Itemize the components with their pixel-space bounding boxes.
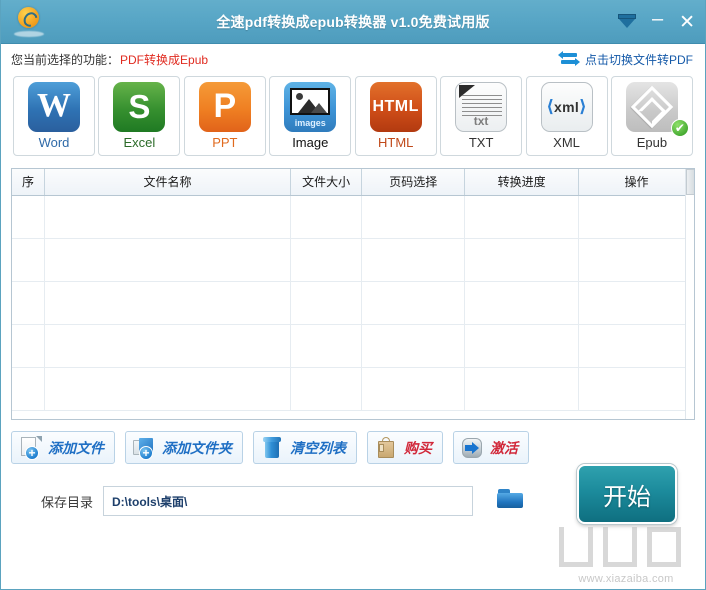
image-icon: images bbox=[284, 82, 337, 132]
table-vertical-scrollbar[interactable] bbox=[685, 169, 694, 419]
scrollbar-thumb[interactable] bbox=[686, 169, 694, 195]
format-label-html: HTML bbox=[377, 135, 414, 150]
format-tile-excel[interactable]: S Excel bbox=[98, 76, 181, 156]
current-function-value: PDF转换成Epub bbox=[120, 52, 209, 67]
format-tile-epub[interactable]: ✔ Epub bbox=[610, 76, 693, 156]
start-button[interactable]: 开始 bbox=[577, 464, 677, 524]
html-icon: HTML bbox=[369, 82, 422, 132]
selected-check-icon: ✔ bbox=[670, 119, 689, 137]
app-logo-icon bbox=[9, 2, 49, 42]
column-header-filename[interactable]: 文件名称 bbox=[44, 169, 292, 196]
format-label-word: Word bbox=[38, 135, 70, 150]
save-directory-row: 保存目录 开始 bbox=[11, 464, 695, 524]
file-list-panel: 序 文件名称 文件大小 页码选择 转换进度 操作 bbox=[11, 168, 695, 420]
add-file-button[interactable]: + 添加文件 bbox=[11, 431, 115, 464]
column-header-filesize[interactable]: 文件大小 bbox=[290, 169, 363, 196]
clear-list-label: 清空列表 bbox=[290, 441, 346, 457]
format-tile-row: W Word S Excel P PPT images Image HTML H… bbox=[1, 76, 705, 156]
activate-label: 激活 bbox=[490, 441, 518, 457]
format-label-ppt: PPT bbox=[212, 135, 238, 150]
app-window: 全速pdf转换成epub转换器 v1.0免费试用版 – ✕ 您当前选择的功能： … bbox=[0, 0, 706, 590]
column-header-index[interactable]: 序 bbox=[12, 169, 45, 196]
trash-icon bbox=[260, 436, 284, 460]
minimize-button[interactable]: – bbox=[652, 9, 663, 29]
add-file-label: 添加文件 bbox=[48, 441, 104, 457]
table-header-row: 序 文件名称 文件大小 页码选择 转换进度 操作 bbox=[12, 169, 694, 196]
swap-arrows-icon bbox=[557, 51, 580, 66]
add-folder-button[interactable]: + 添加文件夹 bbox=[125, 431, 243, 464]
txt-icon: txt bbox=[455, 82, 508, 132]
format-tile-ppt[interactable]: P PPT bbox=[183, 76, 266, 156]
menu-dropdown-icon[interactable] bbox=[617, 14, 636, 30]
site-watermark: www.xiazaiba.com bbox=[551, 523, 701, 587]
ppt-icon: P bbox=[198, 82, 251, 132]
window-controls: – ✕ bbox=[617, 0, 695, 44]
watermark-text: www.xiazaiba.com bbox=[578, 573, 674, 585]
action-button-row: + 添加文件 + 添加文件夹 清空列表 购买 激活 bbox=[11, 431, 695, 464]
table-row[interactable] bbox=[12, 367, 694, 411]
activate-arrow-icon bbox=[460, 436, 484, 460]
switch-to-pdf-link[interactable]: 点击切换文件转PDF bbox=[557, 51, 693, 68]
table-row[interactable] bbox=[12, 281, 694, 325]
epub-icon bbox=[625, 82, 678, 132]
folder-plus-icon: + bbox=[132, 436, 156, 460]
shopping-bag-icon bbox=[374, 436, 398, 460]
close-button[interactable]: ✕ bbox=[679, 13, 695, 32]
column-header-progress[interactable]: 转换进度 bbox=[464, 169, 579, 196]
format-label-image: Image bbox=[292, 135, 329, 150]
column-header-pages[interactable]: 页码选择 bbox=[361, 169, 466, 196]
file-list-table: 序 文件名称 文件大小 页码选择 转换进度 操作 bbox=[12, 169, 694, 411]
xml-icon: ⟨ xml ⟩ bbox=[540, 82, 593, 132]
table-row[interactable] bbox=[12, 238, 694, 282]
format-label-xml: XML bbox=[553, 135, 580, 150]
format-label-txt: TXT bbox=[468, 135, 494, 150]
buy-button[interactable]: 购买 bbox=[367, 431, 443, 464]
table-body bbox=[12, 195, 694, 411]
activate-button[interactable]: 激活 bbox=[453, 431, 529, 464]
buy-label: 购买 bbox=[404, 441, 432, 457]
format-tile-image[interactable]: images Image bbox=[269, 76, 352, 156]
add-folder-label: 添加文件夹 bbox=[162, 441, 232, 457]
column-header-actions[interactable]: 操作 bbox=[578, 169, 694, 196]
current-function-label: 您当前选择的功能： bbox=[11, 52, 120, 67]
file-plus-icon: + bbox=[18, 435, 42, 460]
save-path-input[interactable] bbox=[103, 486, 474, 516]
table-row[interactable] bbox=[12, 195, 694, 239]
window-title: 全速pdf转换成epub转换器 v1.0免费试用版 bbox=[216, 13, 490, 30]
format-tile-xml[interactable]: ⟨ xml ⟩ XML bbox=[525, 76, 608, 156]
function-bar: 您当前选择的功能： PDF转换成Epub 点击切换文件转PDF bbox=[1, 44, 705, 74]
table-row[interactable] bbox=[12, 324, 694, 368]
format-tile-txt[interactable]: txt TXT bbox=[440, 76, 523, 156]
format-label-epub: Epub bbox=[636, 135, 668, 150]
excel-icon: S bbox=[113, 82, 166, 132]
format-tile-html[interactable]: HTML HTML bbox=[354, 76, 437, 156]
switch-link-label: 点击切换文件转PDF bbox=[584, 52, 693, 67]
title-bar: 全速pdf转换成epub转换器 v1.0免费试用版 – ✕ bbox=[1, 0, 705, 44]
folder-browse-icon[interactable] bbox=[497, 489, 527, 513]
save-directory-label: 保存目录 bbox=[41, 494, 94, 510]
word-icon: W bbox=[28, 82, 80, 132]
format-tile-word[interactable]: W Word bbox=[13, 76, 95, 156]
format-label-excel: Excel bbox=[123, 135, 156, 150]
clear-list-button[interactable]: 清空列表 bbox=[253, 431, 357, 464]
